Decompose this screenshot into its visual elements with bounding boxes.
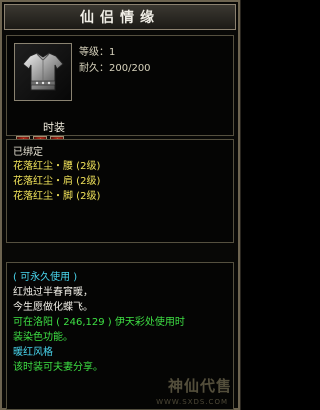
style-text: 暖红风格 [13, 347, 53, 358]
item-level: 等级：1 [79, 47, 116, 58]
title-bar: 仙侣情缘 [4, 4, 236, 30]
location-text: 可在洛阳 ( 246,129 ) 伊天彩处使用时 [13, 317, 185, 328]
share-text: 该时装可夫妻分享。 [13, 362, 103, 373]
usage-text: ( 可永久使用 ) [13, 272, 78, 283]
item-durability: 耐久：200/200 [79, 63, 151, 74]
armor-icon [22, 52, 64, 91]
watermark-url: WWW.SXDS.COM [156, 398, 228, 406]
poem-line: 今生愿做化蝶飞。 [13, 302, 93, 313]
watermark-brand: 神仙代售 [167, 377, 232, 395]
set-item: 花落红尘・肩 (2级) [13, 176, 101, 187]
item-title: 仙侣情缘 [80, 10, 160, 26]
item-tooltip: 仙侣情缘 等级：1 耐久：200/200 时装 已绑定 花落红尘・腰 (2级) … [0, 0, 241, 410]
poem-line: 红烛过半春宵暖， [13, 287, 93, 298]
item-summary-panel: 等级：1 耐久：200/200 时装 [6, 35, 234, 150]
set-list: 花落红尘・腰 (2级) 花落红尘・肩 (2级) 花落红尘・脚 (2级) [13, 159, 100, 204]
set-panel: 已绑定 花落红尘・腰 (2级) 花落红尘・肩 (2级) 花落红尘・脚 (2级) [6, 139, 234, 243]
description-block: ( 可永久使用 ) 红烛过半春宵暖， 今生愿做化蝶飞。 可在洛阳 ( 246,1… [13, 270, 229, 375]
item-icon-box[interactable] [14, 43, 72, 101]
set-item: 花落红尘・脚 (2级) [13, 191, 101, 202]
fashion-label: 时装 [43, 121, 65, 134]
bound-status: 已绑定 [13, 147, 43, 158]
set-item: 花落红尘・腰 (2级) [13, 161, 101, 172]
location-text: 装染色功能。 [13, 332, 73, 343]
